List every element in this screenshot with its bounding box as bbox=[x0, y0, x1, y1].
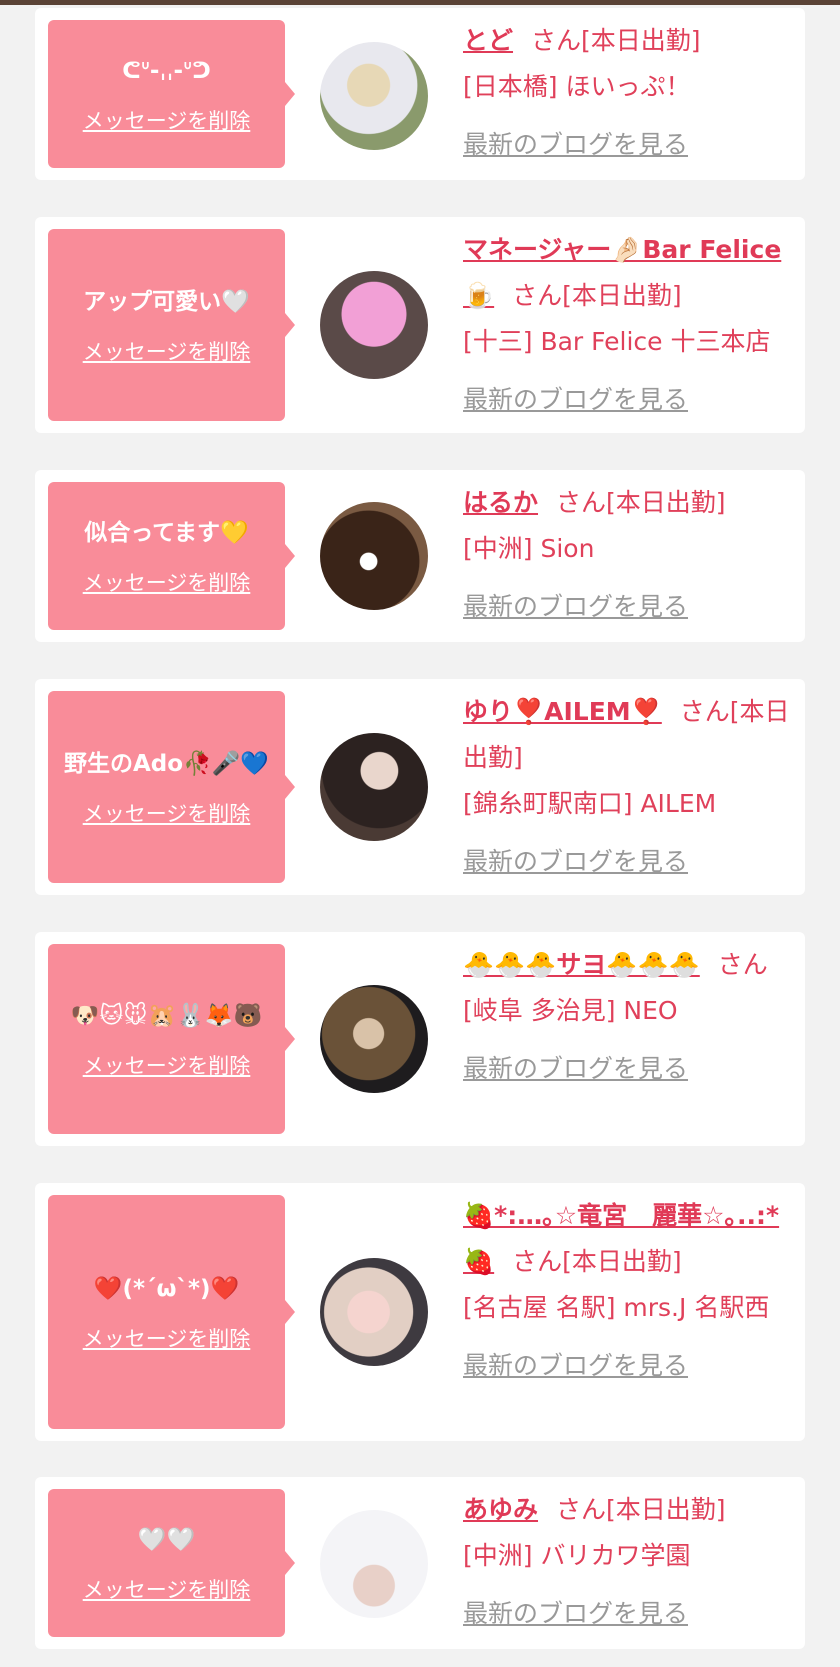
girl-info: 🍓*:…｡☆竜宮 麗華☆｡..:*🍓 さん[本日出勤] [名古屋 名駅] mrs.… bbox=[463, 1193, 793, 1389]
message-text: 似合ってます💛 bbox=[84, 519, 249, 546]
girl-name-link[interactable]: はるか bbox=[463, 488, 538, 517]
shop-name: [日本橋] ほいっぷ！ bbox=[463, 72, 691, 101]
blog-link[interactable]: 最新のブログを見る bbox=[463, 1046, 793, 1092]
delete-message-link[interactable]: メッセージを削除 bbox=[83, 1574, 251, 1604]
message-text: 野生のAdo🥀🎤💙 bbox=[64, 750, 269, 777]
message-bubble: ᕦᐡ-ˌˌ-ᐡᕤ メッセージを削除 bbox=[48, 20, 295, 168]
girl-info: はるか さん[本日出勤] [中洲] Sion 最新のブログを見る bbox=[463, 480, 793, 630]
message-card: 野生のAdo🥀🎤💙 メッセージを削除 ゆり❣️AILEM❣️ さん[本日出勤] [… bbox=[35, 679, 805, 895]
message-card: 🤍🤍 メッセージを削除 あゆみ さん[本日出勤] [中洲] バリカワ学園 最新のブ… bbox=[35, 1477, 805, 1649]
top-bar bbox=[0, 0, 840, 5]
girl-info: 🐣🐣🐣サヨ🐣🐣🐣 さん [岐阜 多治見] NEO 最新のブログを見る bbox=[463, 942, 793, 1092]
girl-status: さん[本日出勤] bbox=[556, 488, 726, 517]
avatar[interactable] bbox=[320, 271, 428, 379]
girl-info: あゆみ さん[本日出勤] [中洲] バリカワ学園 最新のブログを見る bbox=[463, 1487, 793, 1637]
girl-info: とど さん[本日出勤] [日本橋] ほいっぷ！ 最新のブログを見る bbox=[463, 18, 793, 168]
shop-name: [十三] Bar Felice 十三本店 bbox=[463, 327, 771, 356]
message-text: ᕦᐡ-ˌˌ-ᐡᕤ bbox=[122, 57, 211, 84]
girl-status: さん[本日出勤] bbox=[556, 1495, 726, 1524]
shop-name: [錦糸町駅南口] AILEM bbox=[463, 789, 717, 818]
message-text: 🐶🐱🐭🐹🐰🦊🐻 bbox=[70, 1002, 263, 1029]
message-bubble: アップ可愛い🤍 メッセージを削除 bbox=[48, 229, 295, 421]
delete-message-link[interactable]: メッセージを削除 bbox=[83, 798, 251, 828]
girl-info: マネージャー🤌🏻Bar Felice🍺 さん[本日出勤] [十三] Bar Fel… bbox=[463, 227, 793, 423]
message-card: 似合ってます💛 メッセージを削除 はるか さん[本日出勤] [中洲] Sion 最… bbox=[35, 470, 805, 642]
girl-status: さん[本日出勤] bbox=[512, 1247, 682, 1276]
girl-info: ゆり❣️AILEM❣️ さん[本日出勤] [錦糸町駅南口] AILEM 最新のブロ… bbox=[463, 689, 793, 885]
message-card: ᕦᐡ-ˌˌ-ᐡᕤ メッセージを削除 とど さん[本日出勤] [日本橋] ほいっぷ！… bbox=[35, 8, 805, 180]
message-text: ❤️(*´ω`*)❤️ bbox=[93, 1275, 240, 1302]
blog-link[interactable]: 最新のブログを見る bbox=[463, 122, 793, 168]
shop-name: [岐阜 多治見] NEO bbox=[463, 996, 678, 1025]
delete-message-link[interactable]: メッセージを削除 bbox=[83, 105, 251, 135]
blog-link[interactable]: 最新のブログを見る bbox=[463, 1591, 793, 1637]
message-bubble: 野生のAdo🥀🎤💙 メッセージを削除 bbox=[48, 691, 295, 883]
message-bubble: ❤️(*´ω`*)❤️ メッセージを削除 bbox=[48, 1195, 295, 1429]
delete-message-link[interactable]: メッセージを削除 bbox=[83, 1050, 251, 1080]
message-card: アップ可愛い🤍 メッセージを削除 マネージャー🤌🏻Bar Felice🍺 さん[本… bbox=[35, 217, 805, 433]
delete-message-link[interactable]: メッセージを削除 bbox=[83, 567, 251, 597]
avatar[interactable] bbox=[320, 502, 428, 610]
message-card: 🐶🐱🐭🐹🐰🦊🐻 メッセージを削除 🐣🐣🐣サヨ🐣🐣🐣 さん [岐阜 多治見] NEO… bbox=[35, 932, 805, 1146]
shop-name: [中洲] バリカワ学園 bbox=[463, 1541, 691, 1570]
message-bubble: 🐶🐱🐭🐹🐰🦊🐻 メッセージを削除 bbox=[48, 944, 295, 1134]
avatar[interactable] bbox=[320, 1258, 428, 1366]
girl-status: さん[本日出勤] bbox=[531, 26, 701, 55]
girl-name-link[interactable]: ゆり❣️AILEM❣️ bbox=[463, 697, 662, 726]
girl-name-link[interactable]: 🐣🐣🐣サヨ🐣🐣🐣 bbox=[463, 950, 700, 979]
blog-link[interactable]: 最新のブログを見る bbox=[463, 1343, 793, 1389]
blog-link[interactable]: 最新のブログを見る bbox=[463, 839, 793, 885]
delete-message-link[interactable]: メッセージを削除 bbox=[83, 1323, 251, 1353]
shop-name: [名古屋 名駅] mrs.J 名駅西 bbox=[463, 1293, 770, 1322]
message-text: アップ可愛い🤍 bbox=[83, 288, 250, 315]
message-card: ❤️(*´ω`*)❤️ メッセージを削除 🍓*:…｡☆竜宮 麗華☆｡..:*🍓 さ… bbox=[35, 1183, 805, 1441]
avatar[interactable] bbox=[320, 733, 428, 841]
message-text: 🤍🤍 bbox=[137, 1526, 196, 1553]
blog-link[interactable]: 最新のブログを見る bbox=[463, 584, 793, 630]
avatar[interactable] bbox=[320, 42, 428, 150]
blog-link[interactable]: 最新のブログを見る bbox=[463, 377, 793, 423]
girl-status: さん[本日出勤] bbox=[512, 281, 682, 310]
avatar[interactable] bbox=[320, 985, 428, 1093]
avatar[interactable] bbox=[320, 1510, 428, 1618]
delete-message-link[interactable]: メッセージを削除 bbox=[83, 336, 251, 366]
girl-name-link[interactable]: とど bbox=[463, 26, 513, 55]
girl-name-link[interactable]: あゆみ bbox=[463, 1495, 538, 1524]
shop-name: [中洲] Sion bbox=[463, 534, 595, 563]
message-bubble: 似合ってます💛 メッセージを削除 bbox=[48, 482, 295, 630]
girl-status: さん bbox=[717, 950, 768, 979]
message-bubble: 🤍🤍 メッセージを削除 bbox=[48, 1489, 295, 1637]
